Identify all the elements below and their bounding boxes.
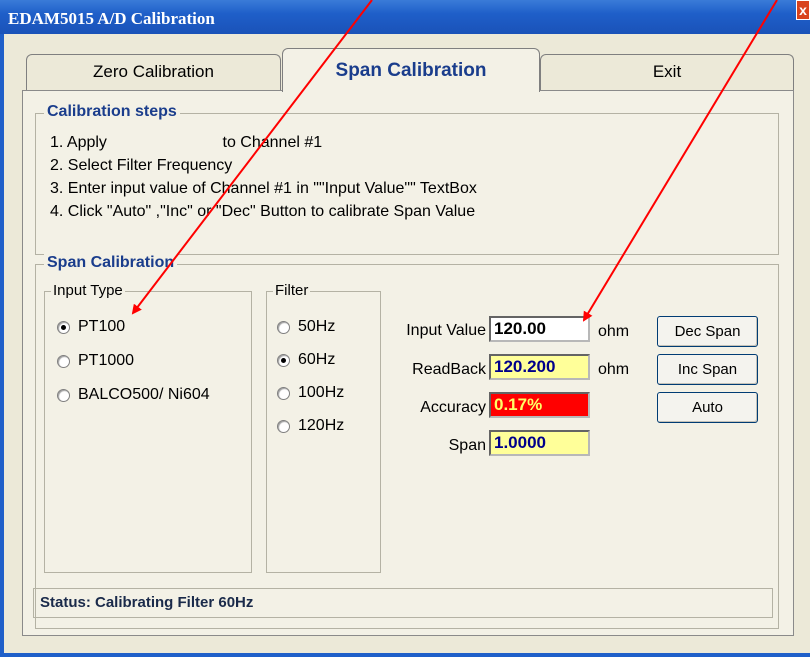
radio-icon [57,354,70,368]
filter-group: Filter 50Hz 60Hz 100Hz 120Hz [266,282,381,573]
step-3: 3. Enter input value of Channel #1 in ""… [50,180,477,197]
status-bar: Status: Calibrating Filter 60Hz [33,588,773,618]
step-1: 1. Apply to Channel #1 [50,134,323,151]
calibration-steps-group: Calibration steps 1. Apply to Channel #1… [35,103,779,255]
inc-span-button[interactable]: Inc Span [657,354,758,385]
tab-panel: Calibration steps 1. Apply to Channel #1… [22,90,794,636]
readback-unit: ohm [598,361,630,378]
radio-icon [277,353,290,367]
filter-option-50hz[interactable]: 50Hz [277,318,335,336]
window-border-bottom [0,653,810,657]
span-label: Span [448,437,486,454]
option-label: PT1000 [78,352,135,369]
auto-button[interactable]: Auto [657,392,758,423]
option-label: 60Hz [298,351,336,368]
filter-title: Filter [273,282,311,299]
span-calibration-group: Span Calibration Input Type PT100 PT1000… [35,254,779,629]
window-border-left [0,34,4,657]
readback-label: ReadBack [412,361,486,378]
step-2: 2. Select Filter Frequency [50,157,233,174]
tab-span-calibration[interactable]: Span Calibration [282,48,540,92]
span-calibration-title: Span Calibration [44,254,178,272]
tab-exit[interactable]: Exit [540,54,794,90]
input-type-title: Input Type [51,282,125,299]
input-type-option-balco500[interactable]: BALCO500/ Ni604 [57,386,210,404]
input-value-unit: ohm [598,323,630,340]
window-title: EDAM5015 A/D Calibration [8,9,215,28]
title-bar: EDAM5015 A/D Calibration x [0,0,810,34]
radio-icon [277,386,290,400]
input-value-label: Input Value [406,322,486,339]
radio-icon [277,320,290,334]
dec-span-button[interactable]: Dec Span [657,316,758,347]
radio-icon [277,419,290,433]
input-type-group: Input Type PT100 PT1000 BALCO500/ Ni604 [44,282,252,573]
radio-icon [57,320,70,334]
radio-icon [57,388,70,402]
span-value-field: 1.0000 [489,430,590,456]
accuracy-field: 0.17% [489,392,590,418]
close-button[interactable]: x [796,0,810,20]
option-label: 100Hz [298,384,345,401]
step-4: 4. Click "Auto" ,"Inc" or "Dec" Button t… [50,203,476,220]
input-type-option-pt1000[interactable]: PT1000 [57,352,134,370]
option-label: BALCO500/ Ni604 [78,386,210,403]
filter-option-60hz[interactable]: 60Hz [277,351,335,369]
option-label: PT100 [78,318,126,335]
filter-option-100hz[interactable]: 100Hz [277,384,344,402]
option-label: 120Hz [298,417,345,434]
tab-zero-calibration[interactable]: Zero Calibration [26,54,281,90]
input-value-field[interactable]: 120.00 [489,316,590,342]
calibration-steps-title: Calibration steps [44,103,180,121]
option-label: 50Hz [298,318,336,335]
input-type-option-pt100[interactable]: PT100 [57,318,125,336]
filter-option-120hz[interactable]: 120Hz [277,417,344,435]
readback-field: 120.200 [489,354,590,380]
accuracy-label: Accuracy [420,399,486,416]
